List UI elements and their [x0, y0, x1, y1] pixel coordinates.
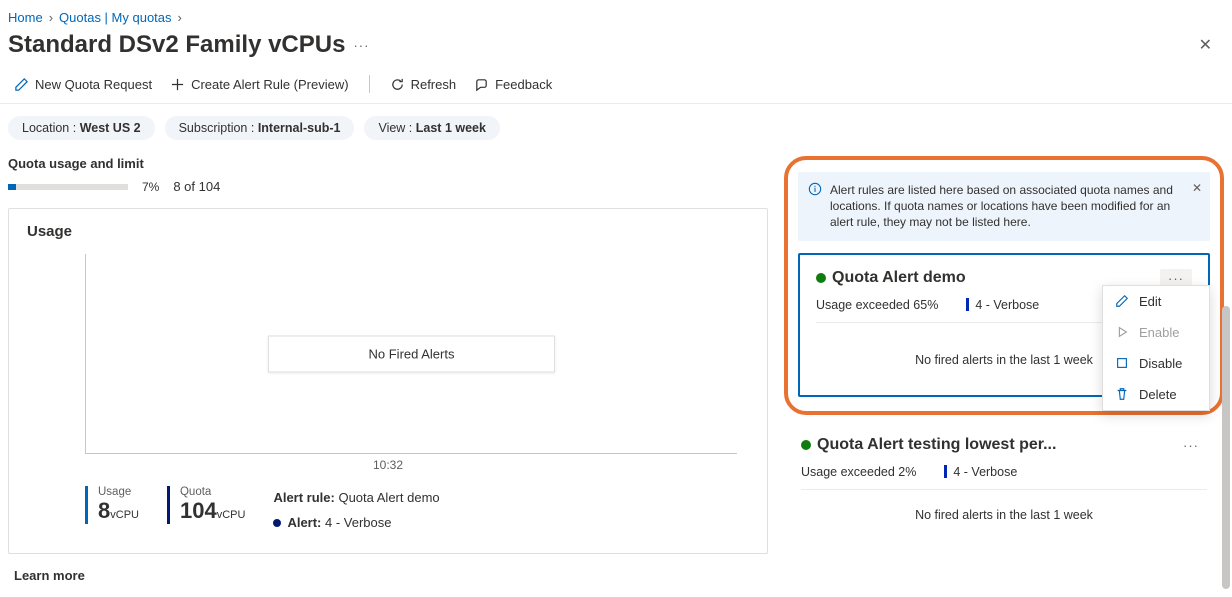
status-enabled-icon — [816, 273, 826, 283]
edit-icon — [14, 77, 29, 92]
callout-highlight: Alert rules are listed here based on ass… — [784, 156, 1224, 415]
alert-context-menu: Edit Enable Disable Delete — [1102, 285, 1210, 411]
alert-condition: Usage exceeded 65% — [816, 298, 938, 312]
usage-card: Usage No Fired Alerts 10:32 Usage 8vCPU … — [8, 208, 768, 554]
alert-severity: 4 - Verbose — [966, 298, 1039, 312]
new-quota-request-button[interactable]: New Quota Request — [14, 77, 152, 92]
refresh-button[interactable]: Refresh — [390, 77, 457, 92]
usage-card-title: Usage — [27, 223, 749, 240]
breadcrumb-home[interactable]: Home — [8, 10, 43, 25]
alert-rule-summary: Alert rule: Quota Alert demo Alert: 4 - … — [273, 486, 439, 535]
refresh-icon — [390, 77, 405, 92]
status-enabled-icon — [801, 440, 811, 450]
edit-icon — [1115, 294, 1129, 308]
info-icon — [808, 182, 822, 196]
menu-edit[interactable]: Edit — [1103, 286, 1209, 317]
separator — [369, 75, 370, 93]
alert-card-more-button[interactable]: ··· — [1175, 436, 1207, 455]
menu-delete[interactable]: Delete — [1103, 379, 1209, 410]
breadcrumb: Home › Quotas | My quotas › — [0, 0, 1232, 27]
filter-bar: Location : West US 2 Subscription : Inte… — [0, 104, 1232, 156]
usage-progress-bar — [8, 184, 128, 190]
alert-card-title: Quota Alert demo — [832, 269, 966, 287]
chevron-right-icon: › — [49, 10, 53, 25]
chevron-right-icon: › — [178, 10, 182, 25]
learn-more-heading: Learn more — [8, 554, 768, 589]
stat-usage: Usage 8vCPU — [85, 486, 139, 524]
alert-rule-card[interactable]: Quota Alert testing lowest per... ··· Us… — [784, 429, 1224, 541]
trash-icon — [1115, 387, 1129, 401]
menu-enable: Enable — [1103, 317, 1209, 348]
feedback-button[interactable]: Feedback — [474, 77, 552, 92]
dismiss-banner-button[interactable]: ✕ — [1192, 180, 1202, 196]
menu-disable[interactable]: Disable — [1103, 348, 1209, 379]
chart-time-axis-label: 10:32 — [27, 458, 749, 472]
alert-rule-card[interactable]: Quota Alert demo ··· Usage exceeded 65% … — [798, 253, 1210, 397]
close-blade-button[interactable]: ✕ — [1195, 31, 1216, 59]
alert-severity: 4 - Verbose — [944, 465, 1017, 479]
usage-detail: 8 of 104 — [173, 179, 220, 194]
page-title: Standard DSv2 Family vCPUs — [8, 31, 345, 59]
stop-icon — [1115, 356, 1129, 370]
alert-card-title: Quota Alert testing lowest per... — [817, 436, 1056, 454]
usage-chart: No Fired Alerts — [85, 254, 737, 454]
usage-section-title: Quota usage and limit — [8, 156, 768, 171]
filter-location[interactable]: Location : West US 2 — [8, 116, 155, 140]
command-bar: New Quota Request Create Alert Rule (Pre… — [0, 69, 1232, 104]
play-icon — [1115, 325, 1129, 339]
feedback-icon — [474, 77, 489, 92]
plus-icon — [170, 77, 185, 92]
filter-view[interactable]: View : Last 1 week — [364, 116, 499, 140]
info-banner: Alert rules are listed here based on ass… — [798, 172, 1210, 241]
alert-no-fired-message: No fired alerts in the last 1 week — [801, 490, 1207, 522]
scrollbar[interactable] — [1222, 306, 1230, 589]
usage-bar-row: 7% 8 of 104 — [8, 179, 768, 194]
create-alert-rule-button[interactable]: Create Alert Rule (Preview) — [170, 77, 349, 92]
stat-quota: Quota 104vCPU — [167, 486, 245, 524]
alert-condition: Usage exceeded 2% — [801, 465, 916, 479]
no-fired-alerts-message: No Fired Alerts — [268, 335, 556, 372]
filter-subscription[interactable]: Subscription : Internal-sub-1 — [165, 116, 355, 140]
title-more-actions[interactable]: ··· — [353, 38, 369, 53]
usage-percent: 7% — [142, 180, 159, 194]
breadcrumb-quotas[interactable]: Quotas | My quotas — [59, 10, 172, 25]
severity-dot-icon — [273, 519, 281, 527]
